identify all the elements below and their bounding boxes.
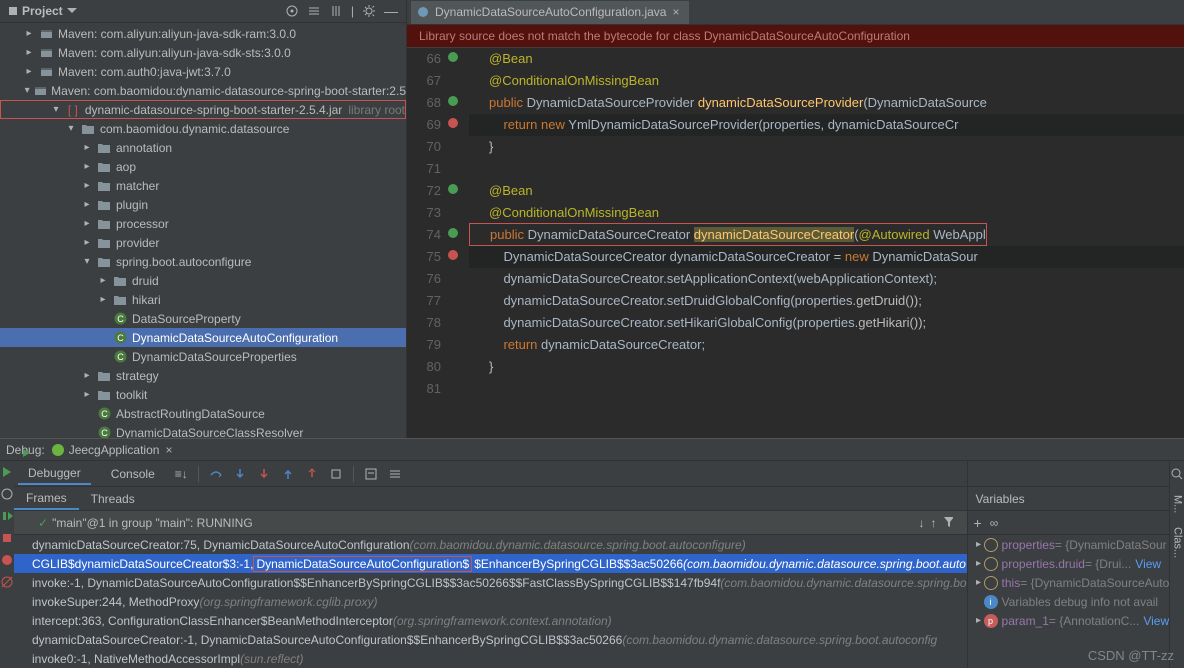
drop-frame-icon[interactable]	[305, 467, 319, 481]
right-sidebar: M... Clas...	[1169, 461, 1184, 668]
expand-icon[interactable]	[329, 4, 343, 18]
run-to-cursor-icon[interactable]	[329, 467, 343, 481]
tree-item[interactable]: ▸matcher	[0, 176, 406, 195]
tab-threads[interactable]: Threads	[79, 489, 147, 509]
side-m[interactable]: M...	[1171, 495, 1183, 513]
project-tree[interactable]: ▸Maven: com.aliyun:aliyun-java-sdk-ram:3…	[0, 23, 406, 438]
step-into-icon[interactable]	[233, 467, 247, 481]
debug-app-name: JeecgApplication	[69, 443, 160, 457]
stack-frame[interactable]: dynamicDataSourceCreator:-1, DynamicData…	[14, 630, 967, 649]
add-watch-icon[interactable]: +	[974, 515, 982, 531]
svg-text:C: C	[117, 333, 124, 343]
stack-frame[interactable]: CGLIB$dynamicDataSourceCreator$3:-1,Dyna…	[14, 554, 967, 573]
project-icon	[8, 6, 18, 16]
tree-item[interactable]: ▸annotation	[0, 138, 406, 157]
chevron-down-icon[interactable]	[67, 8, 77, 14]
editor-panel: DynamicDataSourceAutoConfiguration.java …	[407, 0, 1184, 438]
variables-title: Variables	[976, 492, 1025, 506]
tree-item[interactable]: ▸Maven: com.auth0:java-jwt:3.7.0	[0, 62, 406, 81]
debug-panel: Debug: JeecgApplication × Debugger Conso…	[0, 438, 1184, 668]
variable-row[interactable]: ▸this = {DynamicDataSourceAuto	[968, 573, 1170, 592]
tree-item[interactable]: ▸aop	[0, 157, 406, 176]
tree-item[interactable]: ▸Maven: com.aliyun:aliyun-java-sdk-sts:3…	[0, 43, 406, 62]
project-header: Project | —	[0, 0, 406, 23]
search-icon[interactable]	[1170, 467, 1184, 481]
tree-item[interactable]: ▾spring.boot.autoconfigure	[0, 252, 406, 271]
target-icon[interactable]	[285, 4, 299, 18]
svg-text:C: C	[101, 428, 108, 438]
close-icon[interactable]: ×	[165, 443, 172, 457]
calculator-icon[interactable]	[364, 467, 378, 481]
tree-item[interactable]: ▾[ ]dynamic-datasource-spring-boot-start…	[0, 100, 406, 119]
tree-item[interactable]: ▸Maven: com.aliyun:aliyun-java-sdk-ram:3…	[0, 24, 406, 43]
svg-text:C: C	[117, 314, 124, 324]
tree-item[interactable]: ▸druid	[0, 271, 406, 290]
tree-item[interactable]: ▸strategy	[0, 366, 406, 385]
tree-item[interactable]: CAbstractRoutingDataSource	[0, 404, 406, 423]
stack-frame[interactable]: invoke0:-1, NativeMethodAccessorImpl (su…	[14, 649, 967, 668]
thread-label: "main"@1 in group "main": RUNNING	[52, 516, 253, 530]
hide-icon[interactable]: —	[384, 3, 398, 19]
stack-frame[interactable]: invoke:-1, DynamicDataSourceAutoConfigur…	[14, 573, 967, 592]
tree-item[interactable]: ▸toolkit	[0, 385, 406, 404]
tree-item[interactable]: ▾Maven: com.baomidou:dynamic-datasource-…	[0, 81, 406, 100]
code-editor[interactable]: 66676869707172737475767778798081 @Bean@C…	[407, 48, 1184, 438]
debug-run-controls	[0, 461, 14, 668]
stack-frame[interactable]: intercept:363, ConfigurationClassEnhance…	[14, 611, 967, 630]
tree-item[interactable]: ▸plugin	[0, 195, 406, 214]
stack-frame[interactable]: dynamicDataSourceCreator:75, DynamicData…	[14, 535, 967, 554]
variable-row[interactable]: ▸properties = {DynamicDataSour	[968, 535, 1170, 554]
tab-label: DynamicDataSourceAutoConfiguration.java	[435, 5, 666, 19]
trace-icon[interactable]	[388, 467, 402, 481]
svg-text:C: C	[101, 409, 108, 419]
tree-item[interactable]: CDynamicDataSourceProperties	[0, 347, 406, 366]
side-cls[interactable]: Clas...	[1171, 527, 1183, 558]
tree-item[interactable]: CDynamicDataSourceClassResolver	[0, 423, 406, 438]
editor-tabs: DynamicDataSourceAutoConfiguration.java …	[407, 0, 1184, 25]
step-out-icon[interactable]	[281, 467, 295, 481]
glasses-icon[interactable]: ∞	[990, 516, 999, 530]
rerun-icon[interactable]	[0, 465, 14, 479]
tab-console[interactable]: Console	[101, 464, 165, 484]
thread-selector[interactable]: ✓ "main"@1 in group "main": RUNNING ↓ ↑	[14, 511, 967, 535]
down-icon[interactable]: ↓	[919, 516, 925, 530]
gear-icon[interactable]	[362, 4, 376, 18]
variables-panel: Variables + ∞ ▸properties = {DynamicData…	[967, 461, 1170, 668]
filter-icon[interactable]	[943, 516, 953, 528]
close-icon[interactable]: ×	[672, 5, 679, 19]
output-icon[interactable]: ≡↓	[175, 467, 188, 481]
settings-icon[interactable]	[0, 487, 14, 501]
breakpoints-icon[interactable]	[0, 553, 14, 567]
stack-frame[interactable]: invokeSuper:244, MethodProxy (org.spring…	[14, 592, 967, 611]
tree-item[interactable]: ▸processor	[0, 214, 406, 233]
collapse-icon[interactable]	[307, 4, 321, 18]
variable-row[interactable]: ▸pparam_1 = {AnnotationC...View	[968, 611, 1170, 630]
watermark: CSDN @TT-zz	[1088, 648, 1174, 663]
tree-item[interactable]: CDynamicDataSourceAutoConfiguration	[0, 328, 406, 347]
resume-icon[interactable]	[0, 509, 14, 523]
variable-row[interactable]: iVariables debug info not avail	[968, 592, 1170, 611]
spring-icon	[51, 443, 65, 457]
mute-bp-icon[interactable]	[0, 575, 14, 589]
tree-item[interactable]: ▾com.baomidou.dynamic.datasource	[0, 119, 406, 138]
stack-frames[interactable]: dynamicDataSourceCreator:75, DynamicData…	[14, 535, 967, 668]
tab-file[interactable]: DynamicDataSourceAutoConfiguration.java …	[411, 1, 689, 24]
force-step-into-icon[interactable]	[257, 467, 271, 481]
project-panel: Project | — ▸Maven: com.aliyun:aliyun-ja…	[0, 0, 407, 438]
warning-banner: Library source does not match the byteco…	[407, 25, 1184, 48]
variable-row[interactable]: ▸properties.druid = {Drui...View	[968, 554, 1170, 573]
tree-item[interactable]: CDataSourceProperty	[0, 309, 406, 328]
java-file-icon	[417, 6, 429, 18]
step-over-icon[interactable]	[209, 467, 223, 481]
tree-item[interactable]: ▸hikari	[0, 290, 406, 309]
stop-icon[interactable]	[0, 531, 14, 545]
up-icon[interactable]: ↑	[931, 516, 937, 530]
svg-text:C: C	[117, 352, 124, 362]
tree-item[interactable]: ▸provider	[0, 233, 406, 252]
project-title[interactable]: Project	[22, 4, 63, 18]
